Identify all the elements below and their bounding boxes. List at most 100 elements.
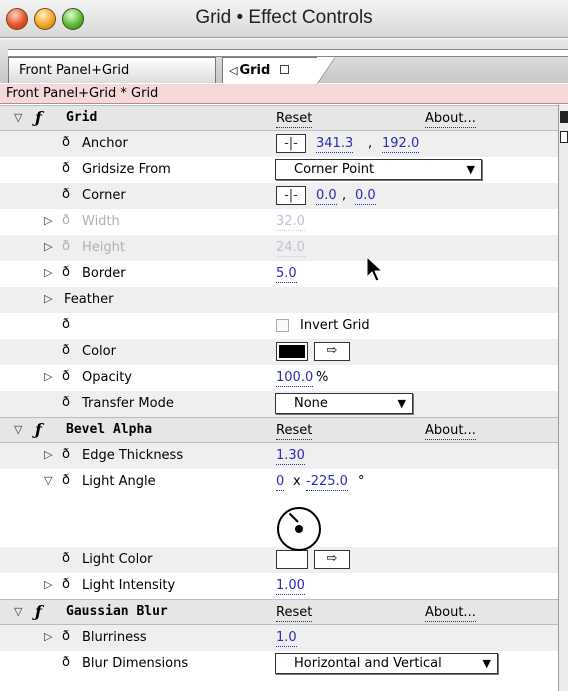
- dropdown-arrow-icon: ▼: [397, 397, 406, 410]
- param-row-light-intensity: ▷ ð Light Intensity 1.00: [0, 573, 558, 599]
- unit-label: °: [358, 474, 365, 489]
- param-row-border: ▷ ð Border 5.0: [0, 261, 558, 287]
- stopwatch-icon[interactable]: ð: [62, 551, 70, 567]
- blur-dimensions-dropdown[interactable]: Horizontal and Vertical ▼: [275, 653, 498, 674]
- param-row-height: ▷ ð Height 24.0: [0, 235, 558, 261]
- swatch-fill: [279, 345, 305, 358]
- effect-controls-panel: ▽ ƒ Grid Reset About... ð Anchor -|- 341…: [0, 105, 558, 691]
- effect-name: Bevel Alpha: [66, 422, 153, 437]
- tab-divider: [8, 49, 568, 57]
- param-row-color: ð Color ⇨: [0, 339, 558, 365]
- twirl-open-icon[interactable]: ▽: [14, 604, 22, 620]
- stopwatch-icon[interactable]: ð: [62, 655, 70, 671]
- stopwatch-icon[interactable]: ð: [62, 135, 70, 151]
- stopwatch-icon[interactable]: ð: [62, 343, 70, 359]
- reset-button[interactable]: Reset: [276, 423, 313, 440]
- param-label: Light Intensity: [82, 578, 176, 593]
- stopwatch-icon[interactable]: ð: [62, 447, 70, 463]
- param-label: Width: [82, 214, 120, 229]
- stopwatch-icon[interactable]: ð: [62, 369, 70, 385]
- blurriness-value[interactable]: 1.0: [276, 630, 297, 647]
- param-row-blurriness: ▷ ð Blurriness 1.0: [0, 625, 558, 651]
- stopwatch-icon[interactable]: ð: [62, 577, 70, 593]
- effect-toggle-icon[interactable]: ƒ: [35, 108, 42, 127]
- twirl-closed-icon[interactable]: ▷: [44, 265, 52, 281]
- param-label: Transfer Mode: [82, 396, 174, 411]
- panel-menu-icon[interactable]: [560, 111, 568, 123]
- edge-thickness-value[interactable]: 1.30: [276, 448, 305, 465]
- effect-name: Gaussian Blur: [66, 604, 168, 619]
- gridsize-dropdown[interactable]: Corner Point ▼: [275, 159, 482, 180]
- eyedropper-icon[interactable]: ⇨: [314, 342, 350, 361]
- angle-degrees-value[interactable]: -225.0: [306, 474, 348, 491]
- effect-header-gaussian-blur[interactable]: ▽ ƒ Gaussian Blur Reset About...: [0, 599, 558, 625]
- tab-grid[interactable]: ◁ Grid: [222, 57, 335, 84]
- panel-option-icon[interactable]: [560, 131, 568, 143]
- opacity-value[interactable]: 100.0: [276, 370, 314, 387]
- stopwatch-icon[interactable]: ð: [62, 473, 70, 489]
- stopwatch-icon[interactable]: ð: [62, 629, 70, 645]
- checkbox-label: Invert Grid: [300, 318, 370, 333]
- reset-button[interactable]: Reset: [276, 605, 313, 622]
- about-button[interactable]: About...: [425, 111, 476, 128]
- light-color-swatch[interactable]: [276, 550, 308, 569]
- corner-x-value[interactable]: 0.0: [316, 188, 337, 205]
- stopwatch-icon[interactable]: ð: [62, 265, 70, 281]
- about-button[interactable]: About...: [425, 423, 476, 440]
- about-button[interactable]: About...: [425, 605, 476, 622]
- invert-grid-checkbox[interactable]: [276, 319, 289, 332]
- stopwatch-icon[interactable]: ð: [62, 161, 70, 177]
- stopwatch-icon: ð: [62, 239, 70, 254]
- param-row-corner: ð Corner -|- 0.0 , 0.0: [0, 183, 558, 209]
- twirl-open-icon[interactable]: ▽: [14, 110, 22, 126]
- effect-toggle-icon[interactable]: ƒ: [35, 420, 42, 439]
- param-row-light-color: ð Light Color ⇨: [0, 547, 558, 573]
- effect-toggle-icon[interactable]: ƒ: [35, 602, 42, 621]
- twirl-closed-icon[interactable]: ▷: [44, 239, 52, 255]
- light-angle-dial[interactable]: [277, 507, 321, 551]
- twirl-open-icon[interactable]: ▽: [14, 422, 22, 438]
- param-label: Edge Thickness: [82, 448, 184, 463]
- crosshair-icon[interactable]: -|-: [276, 186, 306, 205]
- param-label: Blurriness: [82, 630, 147, 645]
- anchor-y-value[interactable]: 192.0: [382, 136, 420, 153]
- twirl-closed-icon[interactable]: ▷: [44, 577, 52, 593]
- stopwatch-icon[interactable]: ð: [62, 187, 70, 203]
- eyedropper-icon[interactable]: ⇨: [314, 550, 350, 569]
- border-value[interactable]: 5.0: [276, 266, 297, 283]
- panel-side-controls: [558, 105, 568, 691]
- crosshair-icon[interactable]: -|-: [276, 134, 306, 153]
- reset-button[interactable]: Reset: [276, 111, 313, 128]
- dropdown-value: Horizontal and Vertical: [294, 656, 442, 671]
- breadcrumb: Front Panel+Grid * Grid: [0, 84, 568, 104]
- title-bar: Grid • Effect Controls: [0, 0, 568, 38]
- effect-header-bevel-alpha[interactable]: ▽ ƒ Bevel Alpha Reset About...: [0, 417, 558, 443]
- twirl-closed-icon[interactable]: ▷: [44, 369, 52, 385]
- transfer-mode-dropdown[interactable]: None ▼: [275, 393, 413, 414]
- corner-y-value[interactable]: 0.0: [355, 188, 376, 205]
- light-intensity-value[interactable]: 1.00: [276, 578, 305, 595]
- effect-header-grid[interactable]: ▽ ƒ Grid Reset About...: [0, 105, 558, 131]
- separator: ,: [368, 136, 373, 151]
- twirl-closed-icon[interactable]: ▷: [44, 291, 52, 307]
- stopwatch-icon[interactable]: ð: [62, 395, 70, 411]
- angle-revolutions-value[interactable]: 0: [276, 474, 285, 491]
- stopwatch-icon[interactable]: ð: [62, 317, 70, 333]
- color-swatch[interactable]: [276, 342, 308, 361]
- times-symbol: x: [293, 474, 301, 489]
- dial-hand: [288, 512, 299, 523]
- anchor-x-value[interactable]: 341.3: [316, 136, 354, 153]
- tab-front-panel-grid[interactable]: Front Panel+Grid: [8, 57, 216, 83]
- param-label: Opacity: [82, 370, 133, 385]
- tab-close-icon[interactable]: [280, 65, 290, 74]
- dropdown-arrow-icon: ▼: [466, 163, 475, 176]
- param-row-opacity: ▷ ð Opacity 100.0 %: [0, 365, 558, 391]
- tab-label: Front Panel+Grid: [19, 63, 130, 78]
- window-title: Grid • Effect Controls: [195, 7, 373, 28]
- twirl-open-icon[interactable]: ▽: [44, 473, 52, 489]
- param-row-light-angle: ▽ ð Light Angle 0 x -225.0 °: [0, 469, 558, 495]
- twirl-closed-icon[interactable]: ▷: [44, 447, 52, 463]
- twirl-closed-icon[interactable]: ▷: [44, 629, 52, 645]
- twirl-closed-icon[interactable]: ▷: [44, 213, 52, 229]
- param-label: Blur Dimensions: [82, 656, 189, 671]
